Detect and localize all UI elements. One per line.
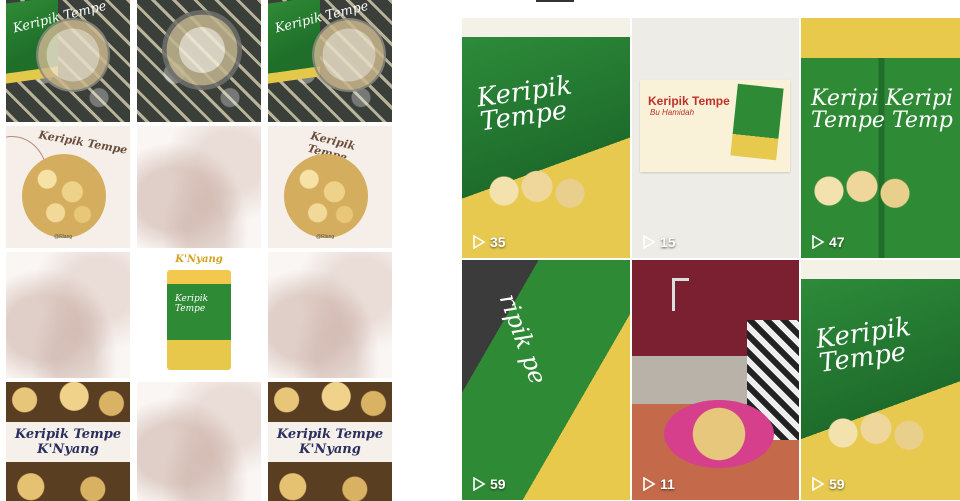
- play-icon: [473, 235, 486, 249]
- right-heading-strip: [459, 0, 960, 16]
- flyer-subtitle: Bu Hamidah: [650, 108, 695, 117]
- chips-bowl-image: [312, 18, 386, 92]
- post-tile-7[interactable]: [6, 252, 130, 378]
- chips-bowl-image: [36, 18, 110, 92]
- play-count-value: 15: [660, 234, 676, 250]
- post-tile-1[interactable]: Keripik Tempe: [6, 0, 130, 122]
- play-icon: [473, 477, 486, 491]
- banner-subtitle: K'Nyang: [37, 442, 99, 457]
- post-tile-6[interactable]: Keripik Tempe @Rlang: [268, 126, 392, 248]
- reel-title: Keripik Tempe: [474, 70, 574, 138]
- post-tile-12[interactable]: Keripik Tempe K'Nyang: [268, 382, 392, 501]
- banner-band: Keripik Tempe K'Nyang: [268, 422, 392, 462]
- post-tile-11[interactable]: [137, 382, 261, 501]
- design-handle: @Rlang: [316, 234, 335, 240]
- left-post-grid: Keripik Tempe Keripik Tempe Keripik Temp…: [6, 0, 392, 501]
- pouch-title: Keripik Tempe: [175, 294, 209, 314]
- tap-image: [672, 278, 689, 311]
- post-tile-3[interactable]: Keripik Tempe: [268, 0, 392, 122]
- chips-circle-image: [284, 154, 368, 238]
- reel-tile-1[interactable]: Keripik Tempe 35: [462, 18, 630, 258]
- play-count-value: 47: [829, 234, 845, 250]
- flyer-title: Keripik Tempe: [648, 94, 730, 108]
- chips-image: [821, 410, 931, 456]
- reel-tile-2[interactable]: Keripik Tempe Bu Hamidah 15: [632, 18, 799, 258]
- post-tile-4[interactable]: Keripik Tempe @Rlang: [6, 126, 130, 248]
- play-count: 59: [472, 476, 506, 492]
- brand-label: K'Nyang: [175, 254, 223, 265]
- play-count-value: 35: [490, 234, 506, 250]
- play-icon: [643, 235, 656, 249]
- reel-tile-4[interactable]: ripik pe 59: [462, 260, 630, 500]
- reel-tile-5[interactable]: 11: [632, 260, 799, 500]
- banner-title: Keripik Tempe: [14, 427, 122, 442]
- play-count-value: 59: [829, 476, 845, 492]
- play-count: 47: [811, 234, 845, 250]
- reel-title: Keripik Tempe: [813, 312, 913, 379]
- post-tile-8[interactable]: K'Nyang Keripik Tempe: [137, 252, 261, 378]
- reel-tile-6[interactable]: Keripik Tempe 59: [801, 260, 960, 500]
- play-count-value: 11: [660, 476, 675, 492]
- chips-bowl-image: [162, 10, 242, 90]
- play-count: 11: [642, 476, 675, 492]
- play-count: 35: [472, 234, 506, 250]
- reel-title: Keripi Keripi Tempe Temp: [811, 86, 954, 133]
- chips-image: [807, 168, 917, 214]
- post-tile-5[interactable]: [137, 126, 261, 248]
- flyer-card: Keripik Tempe Bu Hamidah: [640, 80, 790, 172]
- chips-circle-image: [22, 154, 106, 238]
- mixing-bowl-image: [664, 400, 774, 468]
- banner-subtitle: K'Nyang: [299, 442, 361, 457]
- banner-title: Keripik Tempe: [276, 427, 384, 442]
- pouch-image: Keripik Tempe: [167, 270, 231, 370]
- pouch-top-band: [801, 18, 960, 58]
- post-tile-9[interactable]: [268, 252, 392, 378]
- play-icon: [812, 477, 825, 491]
- play-icon: [643, 477, 656, 491]
- post-tile-2[interactable]: [137, 0, 261, 122]
- reel-tile-3[interactable]: Keripi Keripi Tempe Temp 47: [801, 18, 960, 258]
- reel-title: ripik pe: [493, 290, 553, 388]
- design-handle: @Rlang: [54, 234, 73, 240]
- design-title: Keripik Tempe: [37, 128, 129, 157]
- active-tab-indicator: [536, 0, 574, 2]
- chips-image: [482, 168, 592, 214]
- reels-grid: Keripik Tempe 35 Keripik Tempe Bu Hamida…: [462, 18, 960, 500]
- play-icon: [812, 235, 825, 249]
- play-count-value: 59: [490, 476, 506, 492]
- play-count: 15: [642, 234, 676, 250]
- pouch-image: [730, 83, 784, 161]
- play-count: 59: [811, 476, 845, 492]
- post-tile-10[interactable]: Keripik Tempe K'Nyang: [6, 382, 130, 501]
- banner-band: Keripik Tempe K'Nyang: [6, 422, 130, 462]
